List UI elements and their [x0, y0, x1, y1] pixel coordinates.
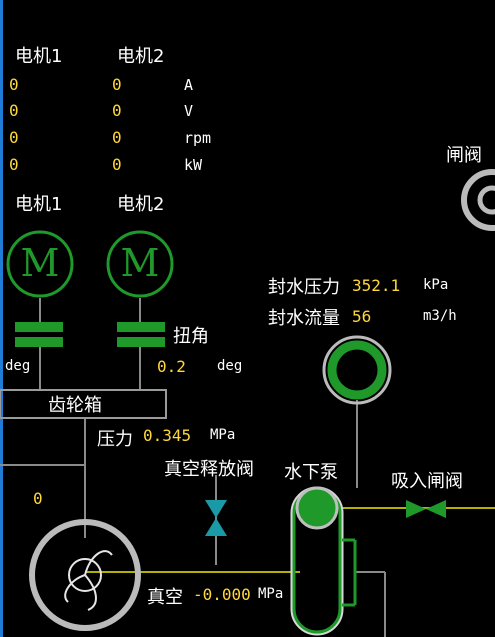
torque-unit: deg [217, 358, 243, 374]
suction-valve-label: 吸入闸阀 [391, 471, 463, 492]
motor1-speed: 0 [9, 128, 19, 147]
gearbox-label: 齿轮箱 [48, 395, 102, 416]
seal-water-pump[interactable] [322, 335, 392, 405]
cutter-value: 0 [33, 489, 43, 508]
motor1-voltage: 0 [9, 101, 19, 120]
underwater-pump-body[interactable] [290, 486, 357, 636]
seal-water-flow-label: 封水流量 [268, 308, 340, 329]
underwater-pump-label: 水下泵 [284, 462, 338, 483]
seal-water-pressure-unit: kPa [423, 277, 449, 293]
motor2-voltage: 0 [112, 101, 122, 120]
torque-value: 0.2 [157, 357, 186, 376]
vacuum-release-valve[interactable] [205, 500, 227, 536]
seal-water-pressure-value: 352.1 [352, 276, 401, 295]
torque-left-unit: deg [5, 358, 31, 374]
speed-unit: rpm [184, 129, 212, 147]
motor1-label: 电机1 [15, 194, 63, 215]
motor2-power: 0 [112, 155, 122, 174]
motor2-symbol: M [120, 241, 160, 285]
voltage-unit: V [184, 102, 194, 120]
pressure-label: 压力 [97, 429, 133, 450]
yellow-lines [85, 507, 495, 573]
seal-water-flow-value: 56 [352, 307, 372, 326]
vacuum-release-valve-label: 真空释放阀 [164, 459, 254, 480]
table-header-motor2: 电机2 [117, 46, 165, 67]
seal-water-flow-unit: m3/h [423, 308, 457, 324]
torque-label: 扭角 [173, 326, 209, 347]
vacuum-value: -0.000 [193, 585, 251, 604]
vacuum-unit: MPa [258, 586, 284, 602]
power-unit: kW [184, 156, 203, 174]
motor1-symbol: M [20, 241, 60, 285]
motor1-power: 0 [9, 155, 19, 174]
vacuum-label: 真空 [147, 587, 183, 608]
motor1-current: 0 [9, 75, 19, 94]
pressure-unit: MPa [210, 427, 236, 443]
seal-water-pressure-label: 封水压力 [268, 277, 340, 298]
motor2-label: 电机2 [117, 194, 165, 215]
table-header-motor1: 电机1 [15, 46, 63, 67]
coupling-2 [117, 322, 165, 347]
pressure-value: 0.345 [143, 426, 192, 445]
gate-valve-top[interactable] [461, 169, 495, 231]
motor2-current: 0 [112, 75, 122, 94]
current-unit: A [184, 76, 194, 94]
motor2-speed: 0 [112, 128, 122, 147]
suction-gate-valve[interactable] [406, 500, 446, 518]
process-diagram [0, 169, 495, 637]
coupling-1 [15, 322, 63, 347]
gate-valve-top-label: 闸阀 [446, 145, 482, 166]
